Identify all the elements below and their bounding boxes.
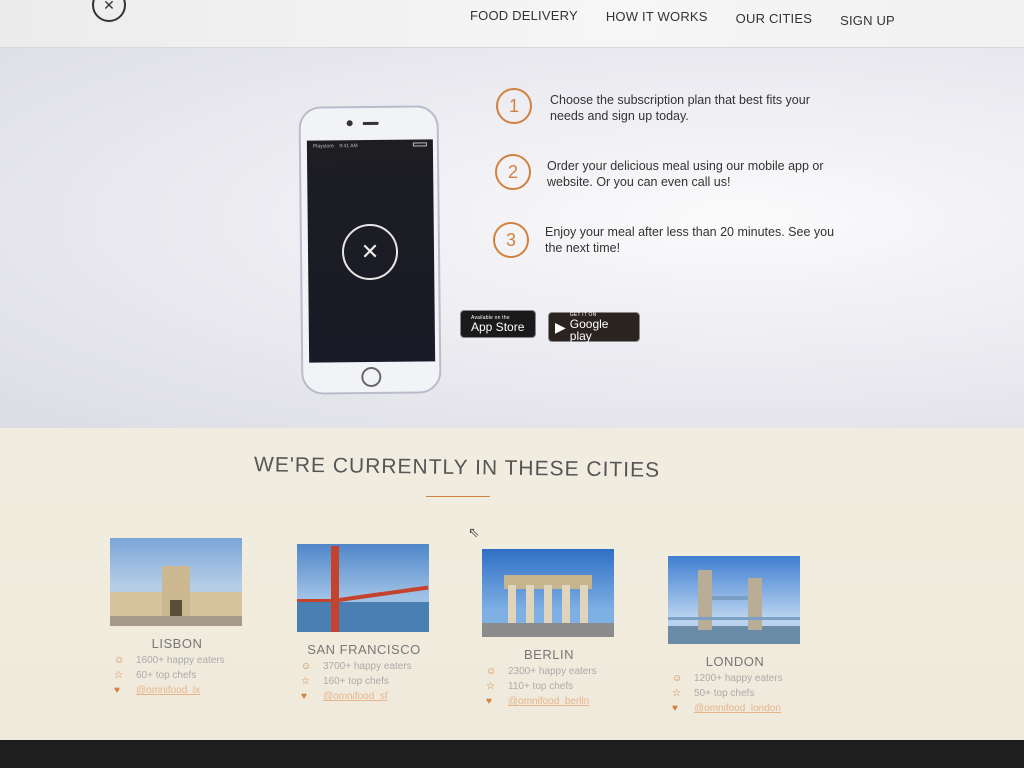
city-twitter: ♥ @omnifood_lx xyxy=(110,685,244,696)
google-play-label: GET IT ON Google play xyxy=(569,312,633,343)
city-twitter: ♥ @omnifood_sf xyxy=(297,691,431,702)
city-chefs: ☆ 60+ top chefs xyxy=(110,670,244,681)
city-card-san-francisco: SAN FRANCISCO ☺ 3700+ happy eaters ☆ 160+ … xyxy=(297,544,431,702)
nav-how-it-works[interactable]: HOW IT WORKS xyxy=(606,9,708,28)
step-item: 2 Order your delicious meal using our mo… xyxy=(495,154,856,220)
app-store-big-text: App Store xyxy=(471,319,525,334)
user-icon: ☺ xyxy=(301,661,312,672)
phone-home-button xyxy=(361,366,382,388)
chefs-count: 50+ top chefs xyxy=(694,688,755,699)
city-eaters: ☺ 1200+ happy eaters xyxy=(668,673,802,684)
step-text: Choose the subscription plan that best f… xyxy=(550,93,810,123)
city-twitter: ♥ @omnifood_london xyxy=(668,703,802,714)
twitter-icon: ♥ xyxy=(672,703,678,714)
city-eaters: ☺ 1600+ happy eaters xyxy=(110,655,244,666)
star-icon: ☆ xyxy=(486,681,495,692)
step-text: Enjoy your meal after less than 20 minut… xyxy=(545,225,835,255)
city-chefs: ☆ 50+ top chefs xyxy=(668,688,802,699)
nav-links: FOOD DELIVERY HOW IT WORKS OUR CITIES SI… xyxy=(470,8,923,28)
city-eaters: ☺ 3700+ happy eaters xyxy=(297,661,431,672)
nav-sign-up[interactable]: SIGN UP xyxy=(840,13,895,28)
eaters-count: 1600+ happy eaters xyxy=(136,655,225,666)
google-play-button[interactable]: ▶ GET IT ON Google play xyxy=(548,312,640,342)
user-icon: ☺ xyxy=(486,666,497,677)
city-chefs: ☆ 110+ top chefs xyxy=(482,681,616,692)
phone-screen: Playstore 9:41 AM ✕ xyxy=(306,139,436,363)
fork-knife-logo-icon[interactable]: ✕ xyxy=(92,0,126,22)
twitter-link[interactable]: @omnifood_lx xyxy=(136,685,200,696)
phone-status-carrier: Playstore xyxy=(312,143,334,150)
twitter-link[interactable]: @omnifood_london xyxy=(694,703,781,714)
city-card-lisbon: LISBON ☺ 1600+ happy eaters ☆ 60+ top chef… xyxy=(110,538,244,696)
phone-status-bar: Playstore 9:41 AM xyxy=(313,143,358,149)
city-card-london: LONDON ☺ 1200+ happy eaters ☆ 50+ top chef… xyxy=(668,556,802,714)
how-it-works-section: Playstore 9:41 AM ✕ 1 Choose the subscri… xyxy=(0,48,1024,428)
eaters-count: 2300+ happy eaters xyxy=(508,666,597,677)
app-store-button[interactable]: Available on the App Store xyxy=(460,310,536,338)
twitter-icon: ♥ xyxy=(114,685,120,696)
app-store-label: Available on the App Store xyxy=(471,315,525,334)
city-photo-london xyxy=(668,556,800,644)
battery-icon xyxy=(412,142,427,147)
cities-section-title: WE'RE CURRENTLY IN THESE CITIES xyxy=(253,453,661,482)
eaters-count: 1200+ happy eaters xyxy=(694,673,783,684)
phone-camera xyxy=(346,120,353,127)
twitter-link[interactable]: @omnifood_berlin xyxy=(508,696,589,707)
city-name: LONDON xyxy=(705,654,765,669)
step-item: 3 Enjoy your meal after less than 20 min… xyxy=(493,220,856,286)
twitter-link[interactable]: @omnifood_sf xyxy=(323,691,388,702)
city-photo-san-francisco xyxy=(297,544,429,632)
chefs-count: 110+ top chefs xyxy=(508,681,574,692)
phone-mockup: Playstore 9:41 AM ✕ xyxy=(298,105,442,395)
eaters-count: 3700+ happy eaters xyxy=(323,661,412,672)
city-name: SAN FRANCISCO xyxy=(307,642,421,657)
google-play-big-text: Google play xyxy=(569,316,609,343)
city-name: BERLIN xyxy=(524,647,574,662)
fork-knife-logo-icon: ✕ xyxy=(341,223,399,281)
phone-status-time: 9:41 AM xyxy=(339,143,358,150)
phone-speaker xyxy=(362,121,379,126)
nav-our-cities[interactable]: OUR CITIES xyxy=(736,11,812,28)
step-number: 3 xyxy=(493,222,529,258)
city-chefs: ☆ 160+ top chefs xyxy=(297,676,431,687)
chefs-count: 60+ top chefs xyxy=(136,670,197,681)
mouse-cursor-icon: ⇖ xyxy=(468,524,480,540)
step-number: 1 xyxy=(496,88,532,124)
twitter-icon: ♥ xyxy=(301,691,307,702)
twitter-icon: ♥ xyxy=(486,696,492,707)
user-icon: ☺ xyxy=(114,655,125,666)
city-name: LISBON xyxy=(151,636,203,651)
city-photo-berlin xyxy=(482,549,614,637)
laptop-bezel xyxy=(0,740,1024,768)
star-icon: ☆ xyxy=(672,688,681,699)
browser-screen: ✕ FOOD DELIVERY HOW IT WORKS OUR CITIES … xyxy=(0,0,1024,740)
city-eaters: ☺ 2300+ happy eaters xyxy=(482,666,616,677)
city-card-berlin: BERLIN ☺ 2300+ happy eaters ☆ 110+ top che… xyxy=(482,549,616,707)
step-item: 1 Choose the subscription plan that best… xyxy=(496,88,856,154)
steps-list: 1 Choose the subscription plan that best… xyxy=(493,88,856,286)
city-twitter: ♥ @omnifood_berlin xyxy=(482,696,616,707)
nav-food-delivery[interactable]: FOOD DELIVERY xyxy=(470,8,578,28)
star-icon: ☆ xyxy=(114,670,123,681)
user-icon: ☺ xyxy=(672,673,683,684)
star-icon: ☆ xyxy=(301,676,310,687)
city-photo-lisbon xyxy=(110,538,242,626)
step-text: Order your delicious meal using our mobi… xyxy=(547,159,824,189)
play-icon: ▶ xyxy=(555,318,566,335)
step-number: 2 xyxy=(495,154,531,190)
chefs-count: 160+ top chefs xyxy=(323,676,389,687)
top-nav: ✕ FOOD DELIVERY HOW IT WORKS OUR CITIES … xyxy=(0,0,1024,48)
title-underline xyxy=(426,496,490,497)
